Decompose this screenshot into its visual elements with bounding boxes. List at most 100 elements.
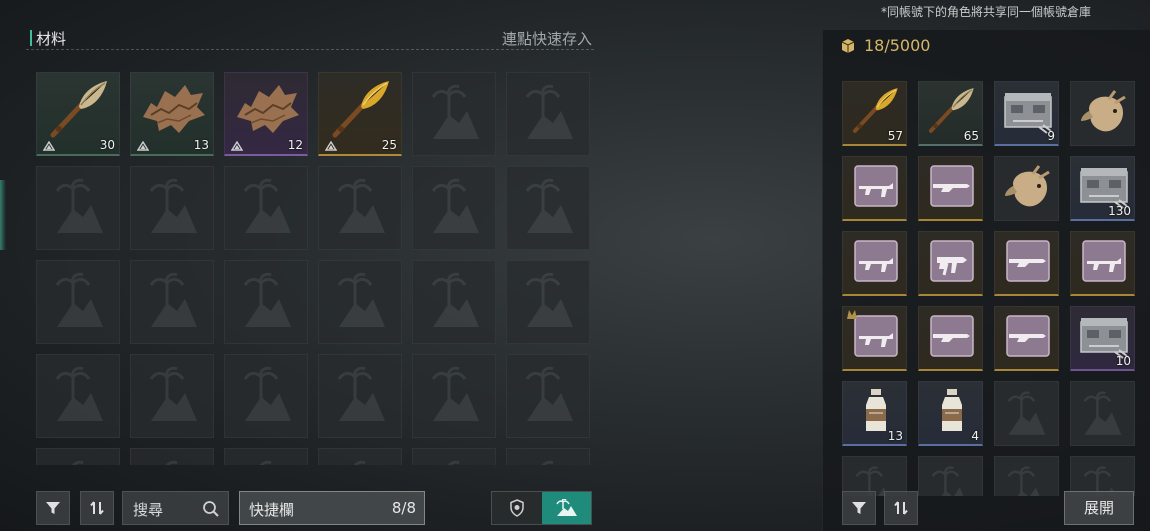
empty-slot[interactable] <box>224 448 308 465</box>
material-slot[interactable]: 12 <box>224 72 308 156</box>
storage-slot[interactable]: 65 <box>918 81 983 146</box>
sort-icon <box>894 501 908 515</box>
empty-slot[interactable] <box>1070 381 1135 446</box>
storage-slot[interactable] <box>918 156 983 221</box>
bone-spear-icon <box>43 77 115 139</box>
badge-tab[interactable] <box>492 492 542 524</box>
inventory-toolbar: 搜尋 快捷欄 8/8 <box>36 491 596 525</box>
empty-slot[interactable] <box>412 260 496 344</box>
item-count: 13 <box>887 429 903 443</box>
item-count: 12 <box>287 138 303 152</box>
animal-hide-icon <box>137 77 209 139</box>
storage-slot[interactable]: 130 <box>1070 156 1135 221</box>
empty-slot[interactable] <box>36 166 120 250</box>
empty-slot[interactable] <box>842 456 907 496</box>
materials-header: 材料 連點快速存入 <box>26 28 594 50</box>
storage-slot[interactable] <box>842 306 907 371</box>
empty-slot[interactable] <box>224 354 308 438</box>
island-placeholder-icon <box>431 365 481 423</box>
storage-slot[interactable]: 10 <box>1070 306 1135 371</box>
storage-slot[interactable] <box>918 306 983 371</box>
empty-slot[interactable] <box>130 260 214 344</box>
item-count: 57 <box>887 129 903 143</box>
empty-slot[interactable] <box>994 381 1059 446</box>
sort-button[interactable] <box>80 491 114 525</box>
storage-grid: 57 65 9 130 10 13 4 <box>842 81 1142 496</box>
item-count: 9 <box>1047 129 1055 143</box>
empty-slot[interactable] <box>318 448 402 465</box>
storage-sort-button[interactable] <box>884 491 918 525</box>
search-label: 搜尋 <box>133 501 164 519</box>
storage-slot[interactable] <box>994 231 1059 296</box>
storage-slot[interactable] <box>1070 81 1135 146</box>
island-placeholder-icon <box>243 459 293 465</box>
empty-slot[interactable] <box>412 354 496 438</box>
storage-slot[interactable] <box>1070 231 1135 296</box>
empty-slot[interactable] <box>130 166 214 250</box>
material-slot[interactable]: 30 <box>36 72 120 156</box>
storage-slot[interactable]: 13 <box>842 381 907 446</box>
island-placeholder-icon <box>149 365 199 423</box>
animal-hide-icon <box>231 77 303 139</box>
empty-slot[interactable] <box>224 166 308 250</box>
account-storage-panel: 18/5000 57 65 9 130 10 13 4 展開 <box>822 30 1150 531</box>
storage-slot[interactable]: 9 <box>994 81 1059 146</box>
empty-slot[interactable] <box>318 354 402 438</box>
rifle-blueprint-icon <box>1075 235 1132 287</box>
storage-slot[interactable] <box>842 156 907 221</box>
storage-slot[interactable]: 4 <box>918 381 983 446</box>
item-count: 4 <box>971 429 979 443</box>
materials-title: 材料 <box>36 30 67 48</box>
empty-slot[interactable] <box>412 72 496 156</box>
storage-slot[interactable] <box>994 306 1059 371</box>
empty-slot[interactable] <box>918 456 983 496</box>
empty-slot[interactable] <box>130 448 214 465</box>
storage-slot[interactable] <box>994 156 1059 221</box>
island-tab[interactable] <box>542 492 591 524</box>
empty-slot[interactable] <box>412 166 496 250</box>
island-placeholder-icon <box>243 177 293 235</box>
island-placeholder-icon <box>55 177 105 235</box>
island-placeholder-icon <box>525 177 575 235</box>
storage-slot[interactable]: 57 <box>842 81 907 146</box>
empty-slot[interactable] <box>506 166 590 250</box>
badge-icon <box>510 499 524 517</box>
storage-slot[interactable] <box>842 231 907 296</box>
materials-grid: 30 13 12 25 <box>36 72 590 465</box>
material-slot[interactable]: 25 <box>318 72 402 156</box>
material-slot[interactable]: 13 <box>130 72 214 156</box>
item-count: 130 <box>1108 204 1131 218</box>
empty-slot[interactable] <box>506 260 590 344</box>
search-input[interactable]: 搜尋 <box>122 491 229 525</box>
shotgun-blueprint-icon <box>923 160 980 212</box>
empty-slot[interactable] <box>506 72 590 156</box>
empty-slot[interactable] <box>130 354 214 438</box>
empty-slot[interactable] <box>506 354 590 438</box>
hotbar-button[interactable]: 快捷欄 8/8 <box>239 491 425 525</box>
filter-button[interactable] <box>36 491 70 525</box>
island-placeholder-icon <box>337 271 387 329</box>
materials-panel: 材料 連點快速存入 30 13 12 25 搜尋 快捷欄 8/8 <box>26 20 596 531</box>
empty-slot[interactable] <box>412 448 496 465</box>
empty-slot[interactable] <box>318 166 402 250</box>
empty-slot[interactable] <box>36 354 120 438</box>
deer-head-icon <box>999 160 1056 212</box>
island-placeholder-icon <box>1083 390 1123 436</box>
storage-slot[interactable] <box>918 231 983 296</box>
island-placeholder-icon <box>149 177 199 235</box>
filter-icon <box>46 502 60 514</box>
storage-filter-button[interactable] <box>842 491 876 525</box>
shotgun-blueprint-icon <box>999 310 1056 362</box>
empty-slot[interactable] <box>36 448 120 465</box>
empty-slot[interactable] <box>994 456 1059 496</box>
empty-slot[interactable] <box>318 260 402 344</box>
empty-slot[interactable] <box>1070 456 1135 496</box>
empty-slot[interactable] <box>36 260 120 344</box>
shared-storage-note: *同帳號下的角色將共享同一個帳號倉庫 <box>880 5 1091 19</box>
expand-button[interactable]: 展開 <box>1064 491 1134 525</box>
empty-slot[interactable] <box>224 260 308 344</box>
capacity-value: 18/5000 <box>864 36 931 55</box>
quick-store-button[interactable]: 連點快速存入 <box>502 28 592 49</box>
empty-slot[interactable] <box>506 448 590 465</box>
rifle-blueprint-icon <box>847 235 904 287</box>
